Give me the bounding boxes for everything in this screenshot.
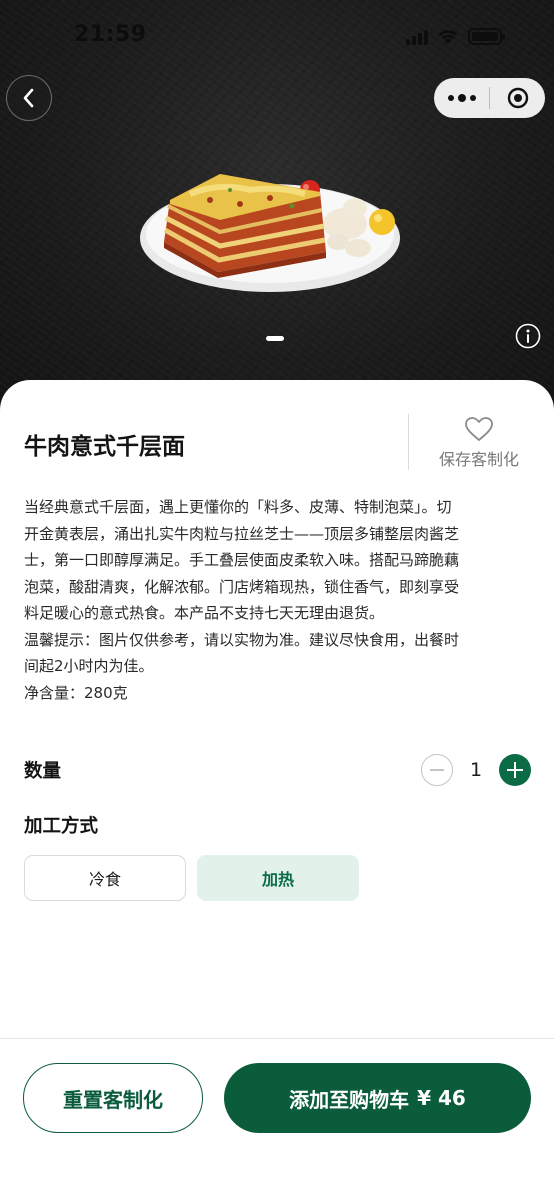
battery-icon	[468, 28, 505, 45]
status-icons	[406, 28, 505, 45]
wifi-icon	[438, 30, 458, 44]
close-miniprogram-button[interactable]	[490, 78, 545, 118]
product-title: 牛肉意式千层面	[24, 434, 185, 460]
add-to-cart-label: 添加至购物车	[289, 1087, 410, 1112]
target-close-icon	[507, 87, 528, 109]
price-label: ¥ 46	[417, 1086, 466, 1110]
increase-quantity-button[interactable]	[499, 754, 531, 786]
header-divider	[408, 414, 409, 470]
miniprogram-capsule	[434, 78, 545, 118]
quantity-value: 1	[469, 759, 483, 781]
description-line: 料足暖心的意式热食。本产品不支持七天无理由退货。	[24, 604, 385, 622]
net-weight: 净含量：280克	[24, 683, 128, 702]
more-options-button[interactable]	[434, 78, 489, 118]
decrease-quantity-button[interactable]	[421, 754, 453, 786]
quantity-label: 数量	[24, 761, 62, 782]
add-to-cart-button[interactable]: 添加至购物车 ¥ 46	[224, 1063, 531, 1133]
product-description: 当经典意式千层面，遇上更懂你的「料多、皮薄、特制泡菜」。切 开金黄表层，涌出扎实…	[24, 494, 532, 706]
processing-label: 加工方式	[24, 816, 99, 837]
product-hero: 21:59	[0, 0, 554, 420]
save-customization-label: 保存客制化	[438, 450, 519, 469]
status-bar: 21:59	[0, 0, 554, 75]
lasagna-image	[140, 174, 400, 292]
reset-customization-button[interactable]: 重置客制化	[23, 1063, 203, 1133]
back-button[interactable]	[6, 75, 52, 121]
save-customization-button[interactable]: 保存客制化	[424, 416, 534, 470]
option-cold[interactable]: 冷食	[24, 855, 186, 901]
chevron-left-icon	[23, 88, 34, 108]
description-line: 当经典意式千层面，遇上更懂你的「料多、皮薄、特制泡菜」。切	[24, 498, 452, 516]
heart-icon	[465, 417, 493, 441]
carousel-indicator	[266, 336, 284, 341]
description-line: 开金黄表层，涌出扎实牛肉粒与拉丝芝士——顶层多铺整层肉酱芝	[24, 524, 460, 543]
status-time: 21:59	[74, 22, 147, 47]
footer-divider	[0, 1038, 554, 1039]
description-line: 间起2小时内为佳。	[24, 657, 154, 675]
option-heat[interactable]: 加热	[197, 855, 359, 901]
description-line: 温馨提示：图片仅供参考，请以实物为准。建议尽快食用，出餐时	[24, 630, 460, 649]
product-detail-sheet: 牛肉意式千层面 保存客制化 当经典意式千层面，遇上更懂你的「料多、皮薄、特制泡菜…	[0, 380, 554, 1200]
info-icon[interactable]	[515, 323, 541, 349]
description-line: 士，第一口即醇厚满足。手工叠层使面皮柔软入味。搭配马蹄脆藕	[24, 551, 460, 569]
signal-icon	[406, 29, 428, 45]
quantity-stepper: 1	[421, 754, 531, 786]
description-line: 泡菜，酸甜清爽，化解浓郁。门店烤箱现热，锁住香气，即刻享受	[24, 577, 460, 596]
